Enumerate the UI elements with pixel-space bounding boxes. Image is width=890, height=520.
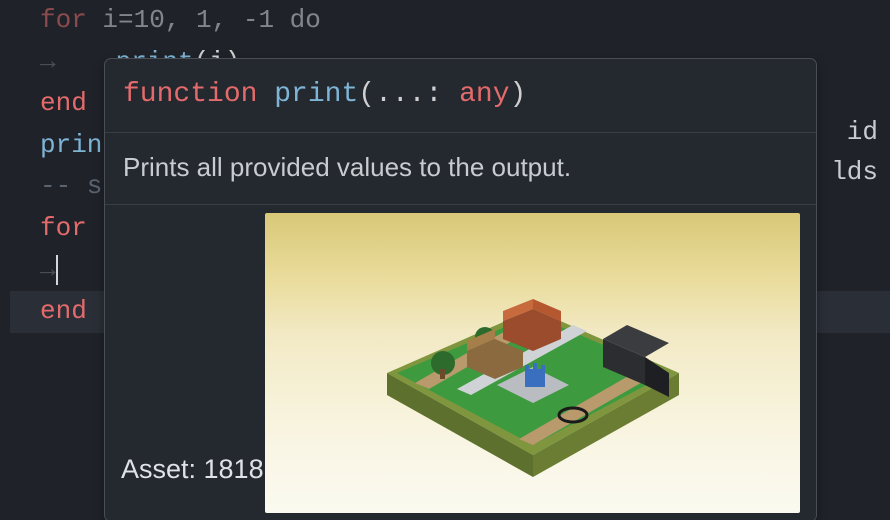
indent-arrow-icon: →: [40, 255, 56, 285]
keyword-for-2: for: [40, 213, 87, 243]
sig-colon: :: [425, 79, 459, 110]
comment-fragment: -- s: [40, 171, 102, 201]
asset-preview-image: [265, 213, 800, 513]
asset-label: Asset: 1818: [121, 448, 264, 491]
code-text: i=10, 1, -1 do: [87, 5, 321, 35]
hover-tooltip: function print(...: any) Prints all prov…: [104, 58, 817, 520]
indent-arrow-icon: →: [40, 47, 56, 77]
keyword-for: for: [40, 5, 87, 35]
tooltip-description: Prints all provided values to the output…: [105, 133, 816, 206]
cursor-caret: [56, 255, 58, 285]
tooltip-signature: function print(...: any): [105, 59, 816, 133]
tooltip-body: Asset: 1818: [105, 205, 816, 520]
sig-arg: ...: [375, 79, 425, 110]
sig-fn-name: print: [274, 79, 358, 110]
keyword-end: end: [40, 88, 87, 118]
code-line-1: for i=10, 1, -1 do: [10, 0, 890, 42]
game-island-icon: [373, 281, 693, 481]
sig-paren-open: (: [358, 79, 375, 110]
fn-partial: prin: [40, 130, 102, 160]
sig-keyword: function: [123, 79, 257, 110]
sig-paren-close: ): [510, 79, 527, 110]
code-fragment-id: id: [847, 112, 878, 154]
sig-type: any: [459, 79, 509, 110]
code-fragment-lds: lds: [831, 152, 878, 194]
code-editor[interactable]: for i=10, 1, -1 do →print(i) end prin id…: [0, 0, 890, 520]
keyword-end-2: end: [40, 296, 87, 326]
